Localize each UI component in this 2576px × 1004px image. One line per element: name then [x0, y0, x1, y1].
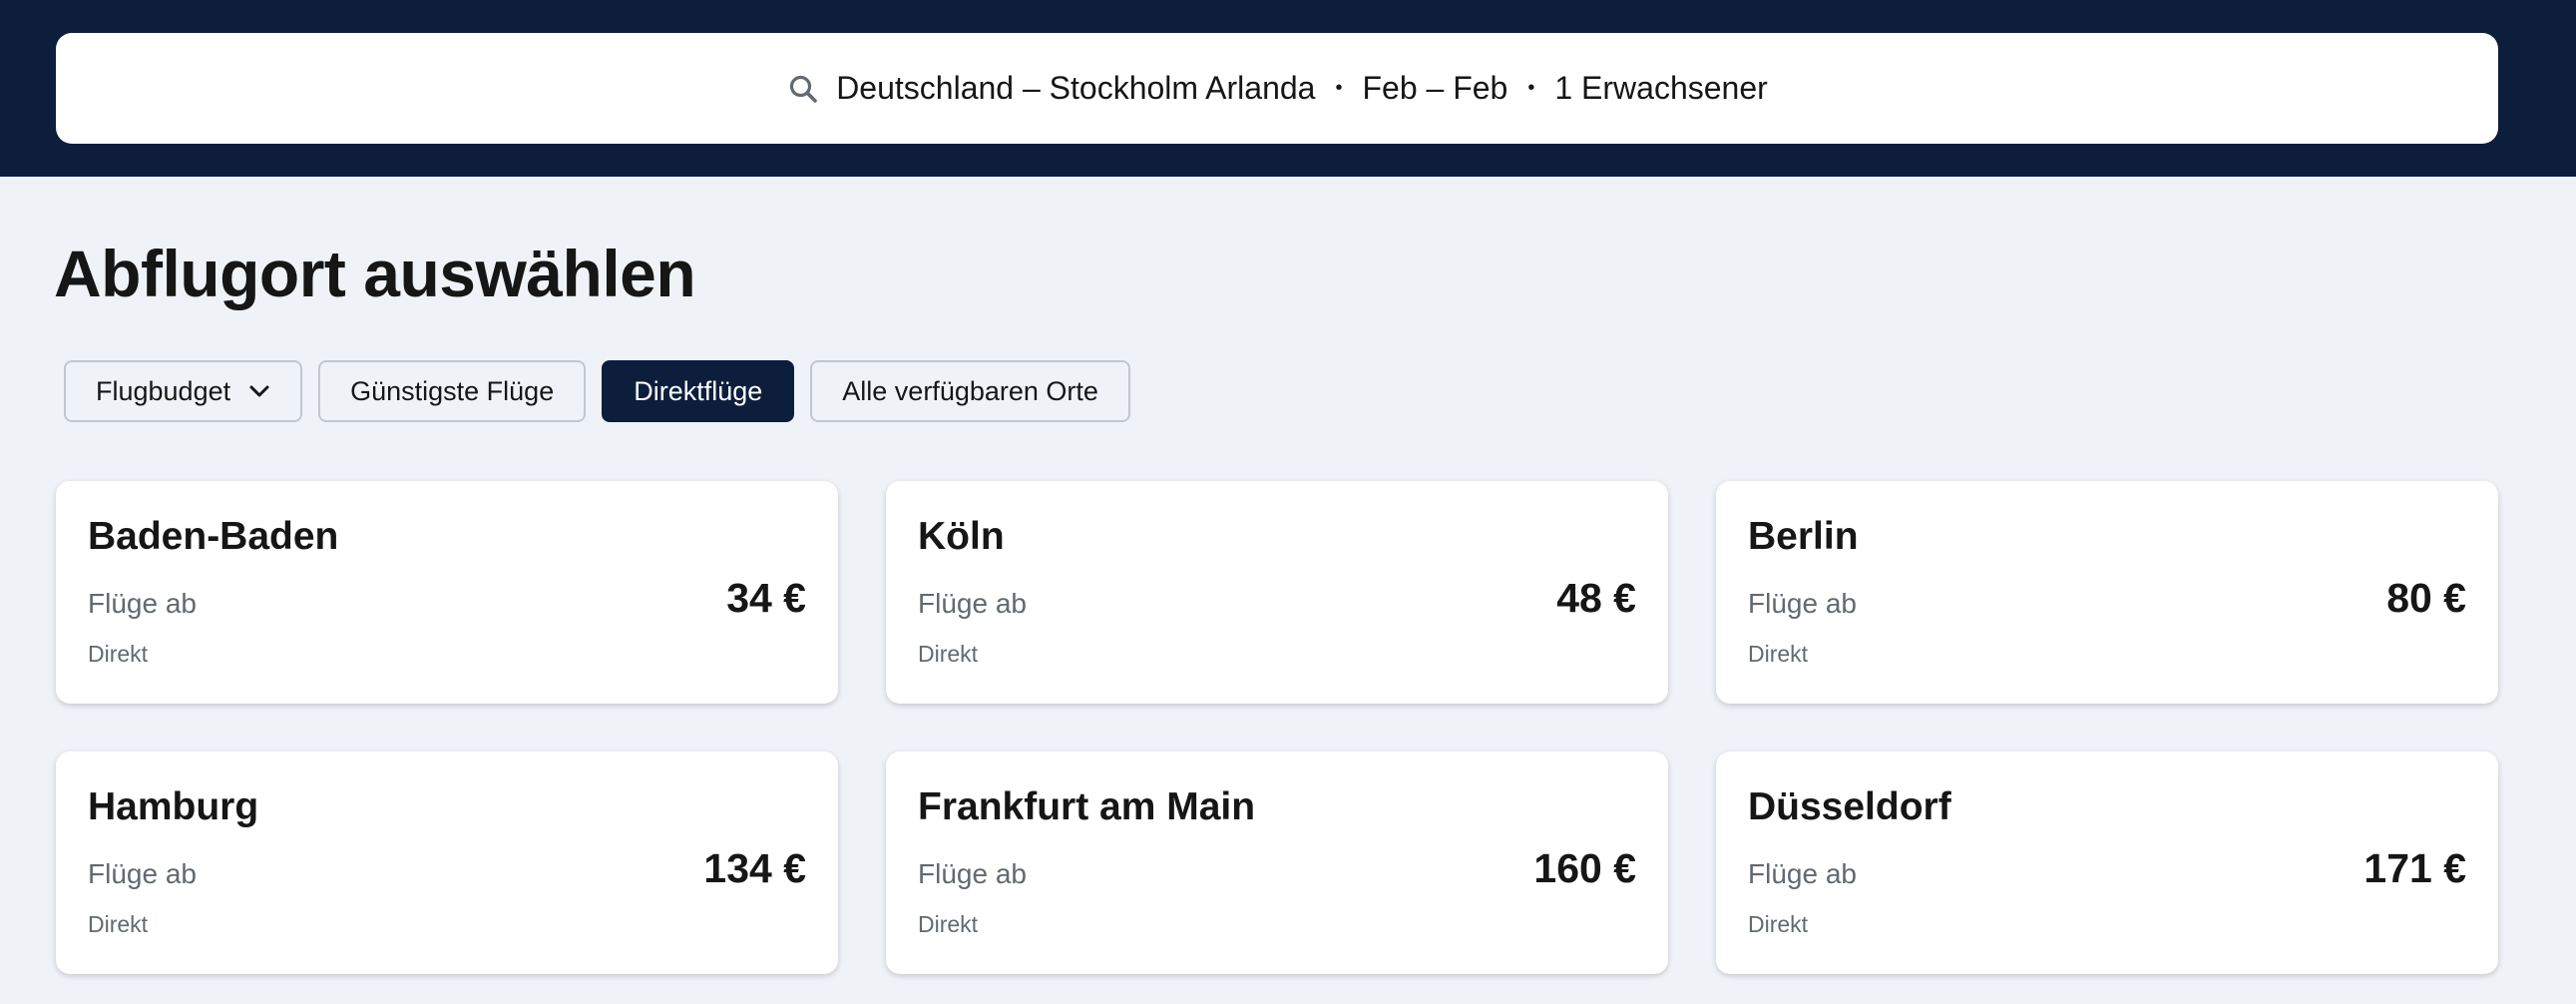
destination-city: Köln — [918, 515, 1005, 558]
top-header: Deutschland – Stockholm Arlanda • Feb – … — [0, 0, 2576, 177]
destination-card[interactable]: Baden-Baden Flüge ab 34 € Direkt — [56, 481, 838, 704]
filter-bar: Flugbudget Günstigste Flüge Direktflüge … — [64, 360, 1130, 422]
stops-label: Direkt — [918, 641, 979, 667]
filter-label: Günstigste Flüge — [350, 375, 555, 406]
price-from-label: Flüge ab — [918, 588, 1027, 619]
price-from-label: Flüge ab — [88, 588, 197, 619]
filter-label: Direktflüge — [634, 375, 763, 406]
price-from-label: Flüge ab — [918, 858, 1027, 889]
destination-price: 80 € — [2386, 575, 2466, 621]
destination-price: 48 € — [1556, 575, 1636, 621]
filter-all-locations[interactable]: Alle verfügbaren Orte — [810, 360, 1130, 422]
price-from-label: Flüge ab — [1748, 588, 1857, 619]
stops-label: Direkt — [88, 641, 149, 667]
destination-city: Hamburg — [88, 785, 259, 828]
search-icon — [786, 72, 820, 106]
destination-city: Baden-Baden — [88, 515, 339, 558]
destination-price: 134 € — [703, 845, 806, 891]
stops-label: Direkt — [88, 911, 149, 937]
destination-card[interactable]: Frankfurt am Main Flüge ab 160 € Direkt — [886, 752, 1668, 974]
separator-dot: • — [1335, 77, 1343, 99]
destination-price: 171 € — [2363, 845, 2466, 891]
filter-label: Flugbudget — [96, 375, 231, 406]
separator-dot: • — [1527, 77, 1535, 99]
search-summary-bar[interactable]: Deutschland – Stockholm Arlanda • Feb – … — [56, 33, 2498, 144]
filter-budget-dropdown[interactable]: Flugbudget — [64, 360, 303, 422]
destination-city: Berlin — [1748, 515, 1859, 558]
destination-card[interactable]: Hamburg Flüge ab 134 € Direkt — [56, 752, 838, 974]
stops-label: Direkt — [1748, 911, 1809, 937]
filter-label: Alle verfügbaren Orte — [842, 375, 1098, 406]
destination-price: 34 € — [726, 575, 806, 621]
destination-city: Frankfurt am Main — [918, 785, 1256, 828]
price-from-label: Flüge ab — [1748, 858, 1857, 889]
page-title: Abflugort auswählen — [54, 237, 696, 310]
stops-label: Direkt — [918, 911, 979, 937]
stops-label: Direkt — [1748, 641, 1809, 667]
destination-price: 160 € — [1533, 845, 1636, 891]
destination-card[interactable]: Düsseldorf Flüge ab 171 € Direkt — [1716, 752, 2498, 974]
filter-cheapest-flights[interactable]: Günstigste Flüge — [318, 360, 587, 422]
filter-direct-flights[interactable]: Direktflüge — [602, 360, 795, 422]
search-route: Deutschland – Stockholm Arlanda — [836, 70, 1316, 106]
search-dates: Feb – Feb — [1362, 70, 1508, 106]
search-passengers: 1 Erwachsener — [1554, 70, 1768, 106]
chevron-down-icon — [248, 384, 270, 398]
price-from-label: Flüge ab — [88, 858, 197, 889]
destination-city: Düsseldorf — [1748, 785, 1951, 828]
destination-card[interactable]: Berlin Flüge ab 80 € Direkt — [1716, 481, 2498, 704]
destination-card[interactable]: Köln Flüge ab 48 € Direkt — [886, 481, 1668, 704]
destination-grid: Baden-Baden Flüge ab 34 € Direkt Köln Fl… — [56, 481, 2498, 974]
